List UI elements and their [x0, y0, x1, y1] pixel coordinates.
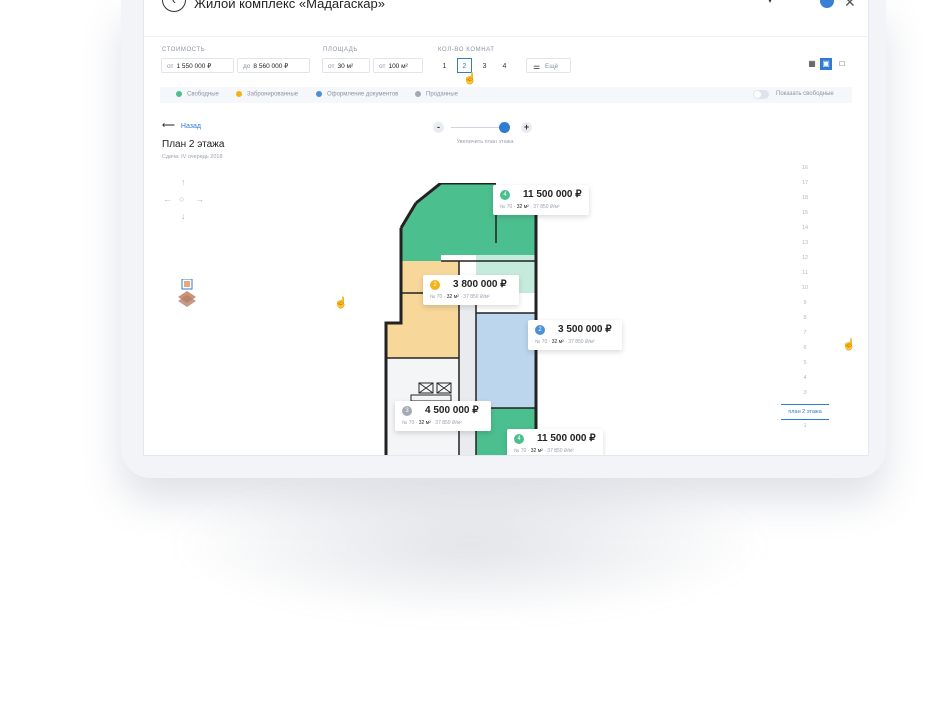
area-filter-label: ПЛОЩАДЬ — [323, 47, 358, 53]
building-minimap-icon[interactable] — [176, 279, 198, 307]
device-shadow — [170, 470, 770, 620]
apartment-card[interactable]: 3 4 500 000 ₽ № 70 · 32 м² · 37 850 ₽/м² — [395, 401, 491, 431]
zoom-slider-track[interactable] — [451, 127, 503, 128]
sold-dot-icon — [415, 91, 421, 97]
grid-view-icon[interactable]: ▣ — [820, 58, 832, 70]
hand-cursor-icon: ☝ — [842, 339, 856, 351]
rooms-badge: 2 — [535, 325, 545, 335]
floor-item[interactable]: 3 — [781, 390, 829, 396]
show-free-toggle[interactable] — [753, 90, 769, 99]
apartment-documents[interactable] — [476, 313, 536, 408]
area-to-field[interactable]: от 100 м² — [373, 58, 423, 73]
floor-item[interactable]: 16 — [781, 165, 829, 171]
arrow-left-icon: ⟵ — [162, 120, 175, 130]
floor-item[interactable]: 13 — [781, 240, 829, 246]
legend-item-documents: Оформление документов — [316, 91, 398, 98]
more-filters-button[interactable]: ⚌ Ещё — [526, 58, 571, 73]
floor-item[interactable]: 9 — [781, 300, 829, 306]
top-bar: ‹ Жилой комплекс «Мадагаскар» ▾ ✕ — [144, 0, 868, 37]
floor-item[interactable]: 1 — [781, 423, 829, 429]
floor-item[interactable]: 12 — [781, 255, 829, 261]
app-screen: ‹ Жилой комплекс «Мадагаскар» ▾ ✕ СТОИМО… — [143, 0, 869, 456]
apartment-price: 3 800 000 ₽ — [453, 279, 507, 290]
floor-item[interactable]: 15 — [781, 210, 829, 216]
floor-item[interactable]: 4 — [781, 375, 829, 381]
apartment-info: № 70 · 32 м² · 37 850 ₽/м² — [430, 294, 490, 300]
rooms-badge: 4 — [500, 190, 510, 200]
pan-up-icon[interactable]: ↑ — [181, 177, 186, 187]
rooms-badge: 4 — [514, 434, 524, 444]
zoom-in-button[interactable]: + — [521, 122, 532, 133]
price-filter-label: СТОИМОСТЬ — [162, 47, 206, 53]
rooms-option-1[interactable]: 1 — [437, 58, 452, 73]
pan-right-icon[interactable]: → — [195, 194, 204, 204]
documents-dot-icon — [316, 91, 322, 97]
chevron-left-icon: ‹ — [172, 0, 176, 7]
legend-item-sold: Проданные — [415, 91, 458, 98]
plan-subtitle: Сдача: IV очередь 2018 — [162, 154, 223, 160]
apartment-price: 11 500 000 ₽ — [537, 433, 596, 444]
zoom-out-button[interactable]: - — [433, 122, 444, 133]
apartment-price: 4 500 000 ₽ — [425, 405, 479, 416]
app-title: Жилой комплекс «Мадагаскар» — [194, 0, 386, 11]
status-legend: Свободные Забронированные Оформление док… — [160, 87, 852, 103]
apartment-free-top-left[interactable] — [401, 183, 441, 261]
rotate-icon[interactable]: ○ — [179, 194, 184, 204]
apartment-info: № 70 · 32 м² · 37 850 ₽/м² — [535, 339, 595, 345]
apartment-info: № 70 · 32 м² · 37 850 ₽/м² — [514, 448, 574, 454]
apartment-info: № 70 · 32 м² · 37 850 ₽/м² — [500, 204, 560, 210]
floor-item[interactable]: 10 — [781, 285, 829, 291]
single-view-icon[interactable]: □ — [836, 58, 848, 70]
back-button[interactable]: ‹ — [162, 0, 186, 12]
apartment-price: 11 500 000 ₽ — [523, 189, 582, 200]
floor-item[interactable]: 14 — [781, 225, 829, 231]
rooms-option-4[interactable]: 4 — [497, 58, 512, 73]
user-avatar[interactable] — [820, 0, 834, 8]
floor-item[interactable]: 7 — [781, 330, 829, 336]
rooms-badge: 3 — [402, 406, 412, 416]
apartment-card[interactable]: 4 11 500 000 ₽ № 70 · 32 м² · 37 850 ₽/м… — [507, 429, 603, 455]
legend-item-booked: Забронированные — [236, 91, 298, 98]
floor-item[interactable]: 11 — [781, 270, 829, 276]
sliders-icon: ⚌ — [533, 62, 541, 71]
floor-item[interactable]: 5 — [781, 360, 829, 366]
price-from-field[interactable]: от 1 550 000 ₽ — [161, 58, 234, 73]
zoom-label: Увеличить план этажа — [456, 139, 514, 145]
floor-item-active[interactable]: план 2 этажа — [781, 404, 829, 420]
apartment-price: 3 500 000 ₽ — [558, 324, 612, 335]
page-title: План 2 этажа — [162, 139, 225, 150]
apartment-card[interactable]: 4 11 500 000 ₽ № 70 · 32 м² · 37 850 ₽/м… — [493, 185, 589, 215]
floor-item[interactable]: 18 — [781, 195, 829, 201]
rooms-option-3[interactable]: 3 — [477, 58, 492, 73]
hand-cursor-icon: ☝ — [463, 73, 477, 85]
rooms-badge: 2 — [430, 280, 440, 290]
floor-item[interactable]: 6 — [781, 345, 829, 351]
floor-item[interactable]: 17 — [781, 180, 829, 186]
floor-item[interactable]: 8 — [781, 315, 829, 321]
rooms-option-2[interactable]: 2 — [457, 58, 472, 73]
price-to-field[interactable]: до 8 560 000 ₽ — [237, 58, 310, 73]
show-free-label: Показать свободные — [776, 91, 834, 97]
back-link[interactable]: ⟵ Назад — [162, 120, 201, 131]
pan-down-icon[interactable]: ↓ — [181, 211, 186, 221]
close-icon[interactable]: ✕ — [844, 0, 856, 11]
pan-left-icon[interactable]: ← — [163, 194, 172, 204]
apartment-card[interactable]: 2 3 800 000 ₽ № 70 · 32 м² · 37 850 ₽/м² — [423, 275, 519, 305]
zoom-slider-handle[interactable] — [499, 122, 510, 133]
rooms-filter-label: КОЛ-ВО КОМНАТ — [438, 47, 495, 53]
chevron-down-icon[interactable]: ▾ — [768, 0, 772, 5]
area-from-field[interactable]: от 30 м² — [322, 58, 370, 73]
legend-item-free: Свободные — [176, 91, 219, 98]
apartment-info: № 70 · 32 м² · 37 850 ₽/м² — [402, 420, 462, 426]
apartment-card[interactable]: 2 3 500 000 ₽ № 70 · 32 м² · 37 850 ₽/м² — [528, 320, 622, 350]
free-dot-icon — [176, 91, 182, 97]
list-view-icon[interactable]: ▦ — [806, 58, 818, 70]
hand-cursor-icon: ☝ — [334, 297, 348, 309]
booked-dot-icon — [236, 91, 242, 97]
